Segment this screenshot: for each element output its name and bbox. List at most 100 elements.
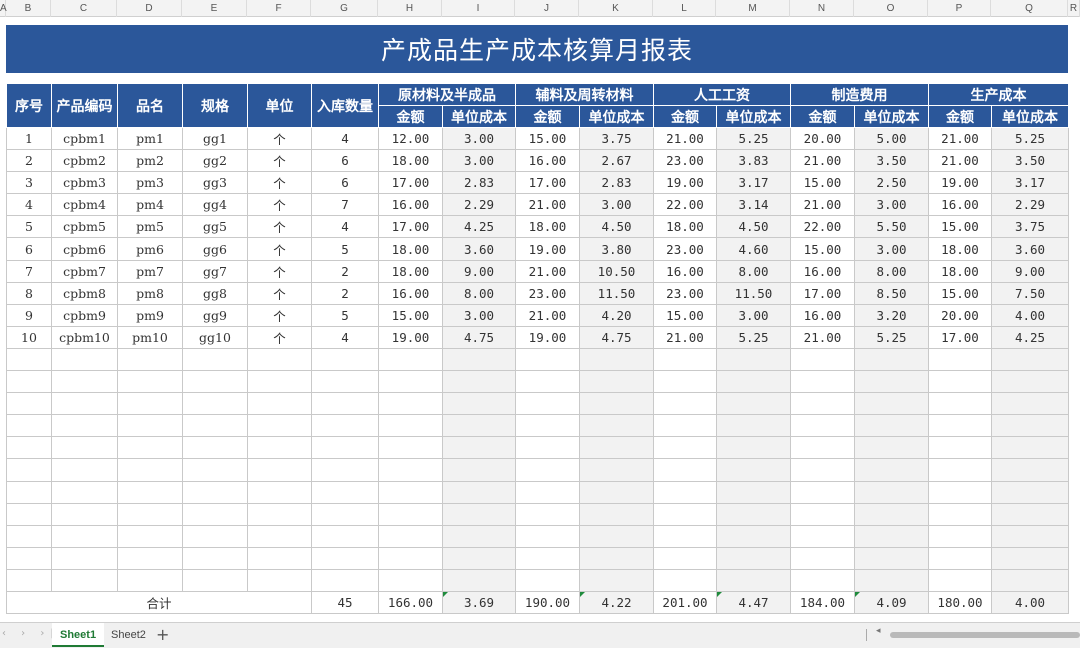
table-cell[interactable]: 12.00 [378,126,443,151]
table-cell[interactable]: 18.00 [653,215,717,239]
empty-cell[interactable] [117,546,183,570]
empty-cell[interactable] [716,568,791,592]
empty-cell[interactable] [991,347,1069,372]
table-cell[interactable]: 5.00 [854,126,929,151]
empty-cell[interactable] [515,568,580,592]
empty-cell[interactable] [442,392,516,416]
table-cell[interactable]: 9.00 [442,259,516,283]
empty-cell[interactable] [442,347,516,372]
table-cell[interactable]: 个 [247,325,312,349]
empty-cell[interactable] [247,347,312,372]
table-cell[interactable]: 个 [247,126,312,151]
table-cell[interactable]: 15.00 [515,126,580,151]
header-amount[interactable]: 金额 [515,105,580,128]
table-cell[interactable]: 21.00 [790,193,855,217]
empty-cell[interactable] [378,524,443,548]
table-cell[interactable]: 3.80 [579,237,654,261]
total-cell[interactable]: 166.00 [378,590,443,614]
table-cell[interactable]: 15.00 [928,215,992,239]
column-letter[interactable]: F [247,0,311,17]
empty-cell[interactable] [653,524,717,548]
table-cell[interactable]: 22.00 [653,193,717,217]
empty-cell[interactable] [579,370,654,394]
table-cell[interactable]: 15.00 [790,171,855,195]
empty-cell[interactable] [378,370,443,394]
column-letter[interactable]: B [6,0,51,17]
empty-cell[interactable] [51,568,118,592]
empty-cell[interactable] [854,370,929,394]
table-cell[interactable]: 21.00 [790,149,855,173]
empty-cell[interactable] [311,568,379,592]
empty-cell[interactable] [854,480,929,504]
empty-cell[interactable] [991,568,1069,592]
empty-cell[interactable] [311,502,379,526]
table-cell[interactable]: 3.00 [442,126,516,151]
table-cell[interactable]: 个 [247,171,312,195]
empty-cell[interactable] [653,568,717,592]
table-cell[interactable]: 2 [6,149,52,173]
table-cell[interactable]: 4.00 [991,303,1069,327]
table-cell[interactable]: 10.50 [579,259,654,283]
table-cell[interactable]: 3.50 [991,149,1069,173]
empty-cell[interactable] [442,502,516,526]
table-cell[interactable]: 4.25 [991,325,1069,349]
empty-cell[interactable] [182,347,248,372]
table-cell[interactable]: cpbm4 [51,193,118,217]
empty-cell[interactable] [653,347,717,372]
empty-cell[interactable] [117,568,183,592]
table-cell[interactable]: 9 [6,303,52,327]
table-cell[interactable]: 22.00 [790,215,855,239]
header-unit-cost[interactable]: 单位成本 [579,105,654,128]
empty-cell[interactable] [6,392,52,416]
table-cell[interactable]: 4 [311,126,379,151]
empty-cell[interactable] [311,414,379,438]
table-cell[interactable]: 2.29 [442,193,516,217]
table-cell[interactable]: 16.00 [928,193,992,217]
empty-cell[interactable] [117,524,183,548]
table-cell[interactable]: 个 [247,237,312,261]
empty-cell[interactable] [790,414,855,438]
column-letter[interactable]: N [790,0,854,17]
empty-cell[interactable] [6,436,52,460]
table-cell[interactable]: 个 [247,259,312,283]
empty-cell[interactable] [579,546,654,570]
header-amount[interactable]: 金额 [928,105,992,128]
empty-cell[interactable] [247,524,312,548]
table-cell[interactable]: 5.50 [854,215,929,239]
empty-cell[interactable] [716,436,791,460]
table-cell[interactable]: 3.00 [579,193,654,217]
empty-cell[interactable] [6,480,52,504]
empty-cell[interactable] [854,436,929,460]
table-cell[interactable]: 1 [6,126,52,151]
empty-cell[interactable] [928,502,992,526]
total-cell[interactable]: 184.00 [790,590,855,614]
column-letter[interactable]: J [515,0,579,17]
table-cell[interactable]: cpbm8 [51,281,118,305]
empty-cell[interactable] [515,347,580,372]
empty-cell[interactable] [928,414,992,438]
header-unit[interactable]: 单位 [247,83,312,128]
empty-cell[interactable] [378,436,443,460]
table-cell[interactable]: 21.00 [653,325,717,349]
table-cell[interactable]: 23.00 [653,237,717,261]
empty-cell[interactable] [51,392,118,416]
empty-cell[interactable] [311,436,379,460]
header-amount[interactable]: 金额 [790,105,855,128]
empty-cell[interactable] [854,502,929,526]
empty-cell[interactable] [51,480,118,504]
table-cell[interactable]: gg4 [182,193,248,217]
empty-cell[interactable] [991,458,1069,482]
empty-cell[interactable] [928,370,992,394]
empty-cell[interactable] [928,524,992,548]
total-cell[interactable]: 4.00 [991,590,1069,614]
table-cell[interactable]: 17.00 [378,171,443,195]
table-cell[interactable]: 6 [311,149,379,173]
table-cell[interactable]: 19.00 [515,325,580,349]
tab-sheet2[interactable]: Sheet2 [103,623,154,647]
empty-cell[interactable] [790,546,855,570]
add-sheet-icon[interactable]: + [156,625,169,644]
empty-cell[interactable] [854,568,929,592]
table-cell[interactable]: 个 [247,303,312,327]
empty-cell[interactable] [790,436,855,460]
empty-cell[interactable] [716,502,791,526]
